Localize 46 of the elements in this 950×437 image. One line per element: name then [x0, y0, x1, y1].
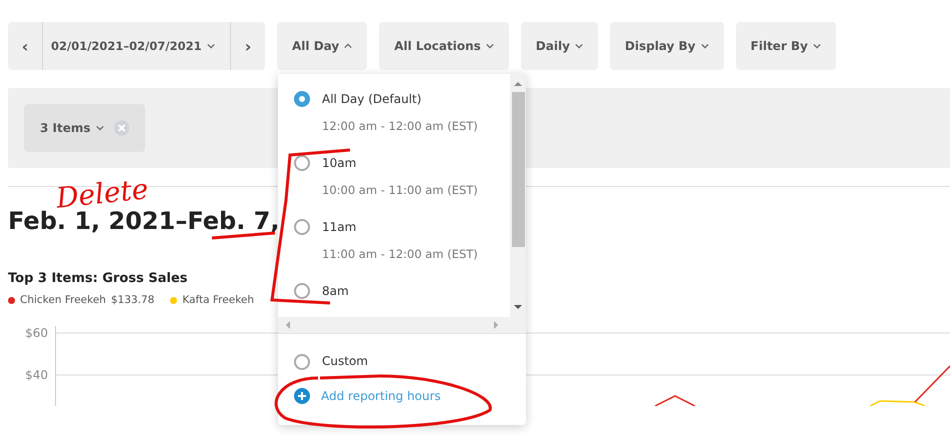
option-label: Custom — [322, 353, 368, 370]
chevron-down-icon — [96, 125, 104, 131]
sales-line — [654, 395, 696, 406]
chevron-down-icon — [486, 43, 494, 49]
legend-value: $133.78 — [110, 294, 154, 306]
hours-option[interactable]: All Day (Default) 12:00 am - 12:00 am (EST) — [294, 90, 494, 135]
option-label: 11am — [322, 219, 358, 236]
filter-dropdown-button[interactable]: Daily — [520, 22, 598, 70]
hours-option[interactable]: 10am 10:00 am - 11:00 am (EST) — [294, 154, 494, 199]
y-axis-label: $40 — [25, 368, 48, 382]
plus-icon — [294, 388, 310, 404]
radio-button[interactable] — [294, 155, 310, 171]
radio-button[interactable] — [294, 283, 310, 299]
filter-dropdown-button[interactable]: Display By — [610, 22, 724, 70]
chevron-down-icon — [206, 43, 215, 49]
hours-option[interactable]: 11am 11:00 am - 12:00 am (EST) — [294, 218, 494, 263]
chevron-up-icon — [344, 43, 352, 49]
chevron-down-icon — [812, 43, 821, 49]
legend-label: Chicken Freekeh — [20, 294, 106, 306]
legend-label: Kafta Freekeh — [182, 294, 254, 306]
filter-chip[interactable]: 3 Items — [24, 104, 145, 152]
vertical-scrollbar[interactable] — [510, 74, 526, 317]
radio-button[interactable] — [294, 219, 310, 235]
custom-option[interactable]: Custom — [278, 334, 526, 370]
radio-button[interactable] — [294, 354, 310, 370]
option-label: 8am — [322, 283, 349, 300]
date-range-button[interactable]: 02/01/2021–02/07/2021 — [42, 22, 231, 70]
hours-option[interactable]: 8am — [294, 282, 494, 300]
option-time: 11:00 am - 12:00 am (EST) — [322, 246, 478, 263]
option-label: All Day (Default) — [322, 91, 422, 108]
chip-label[interactable]: 3 Items — [40, 121, 104, 135]
option-time: 12:00 am - 12:00 am (EST) — [322, 118, 478, 135]
filter-dropdown-button[interactable]: Filter By — [736, 22, 836, 70]
filter-dropdown-button[interactable]: All Locations — [379, 22, 509, 70]
filter-dropdown-button[interactable]: All Day — [277, 22, 368, 70]
chevron-down-icon — [700, 43, 709, 49]
radio-button[interactable] — [294, 91, 310, 107]
chevron-down-icon — [574, 43, 583, 49]
clear-icon[interactable] — [114, 120, 129, 136]
date-heading: Feb. 1, 2021–Feb. 7, — [8, 207, 280, 235]
option-time: 10:00 am - 11:00 am (EST) — [322, 182, 478, 199]
horizontal-scrollbar[interactable] — [278, 317, 526, 333]
y-axis-label: $60 — [25, 326, 48, 340]
chart-title: Top 3 Items: Gross Sales — [8, 271, 188, 286]
option-label: 10am — [322, 155, 358, 172]
underline-annotation — [210, 231, 277, 240]
